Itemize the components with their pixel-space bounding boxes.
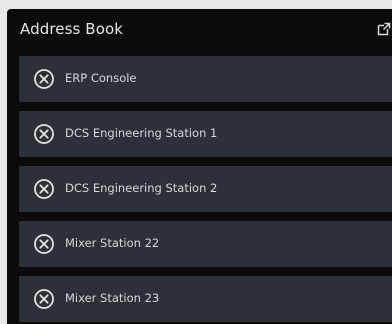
list-item-label: DCS Engineering Station 2 <box>65 181 218 195</box>
remove-circle-icon[interactable] <box>33 288 55 310</box>
popout-icon[interactable] <box>377 22 391 36</box>
list-item[interactable]: DCS Engineering Station 1 <box>19 111 392 157</box>
list-item-label: DCS Engineering Station 1 <box>65 126 218 140</box>
list-item[interactable]: Mixer Station 23 <box>19 276 392 322</box>
address-book-panel: Address Book ERP Console DCS Engineering… <box>7 9 392 324</box>
panel-header: Address Book <box>7 9 392 49</box>
remove-circle-icon[interactable] <box>33 123 55 145</box>
list-item[interactable]: ERP Console <box>19 56 392 102</box>
list-item-label: Mixer Station 22 <box>65 236 160 250</box>
remove-circle-icon[interactable] <box>33 68 55 90</box>
list-item-label: ERP Console <box>65 71 137 85</box>
panel-title: Address Book <box>20 20 124 38</box>
list-item-label: Mixer Station 23 <box>65 291 160 305</box>
list-item[interactable]: Mixer Station 22 <box>19 221 392 267</box>
list-item[interactable]: DCS Engineering Station 2 <box>19 166 392 212</box>
remove-circle-icon[interactable] <box>33 233 55 255</box>
address-list: ERP Console DCS Engineering Station 1 DC… <box>19 56 392 324</box>
remove-circle-icon[interactable] <box>33 178 55 200</box>
